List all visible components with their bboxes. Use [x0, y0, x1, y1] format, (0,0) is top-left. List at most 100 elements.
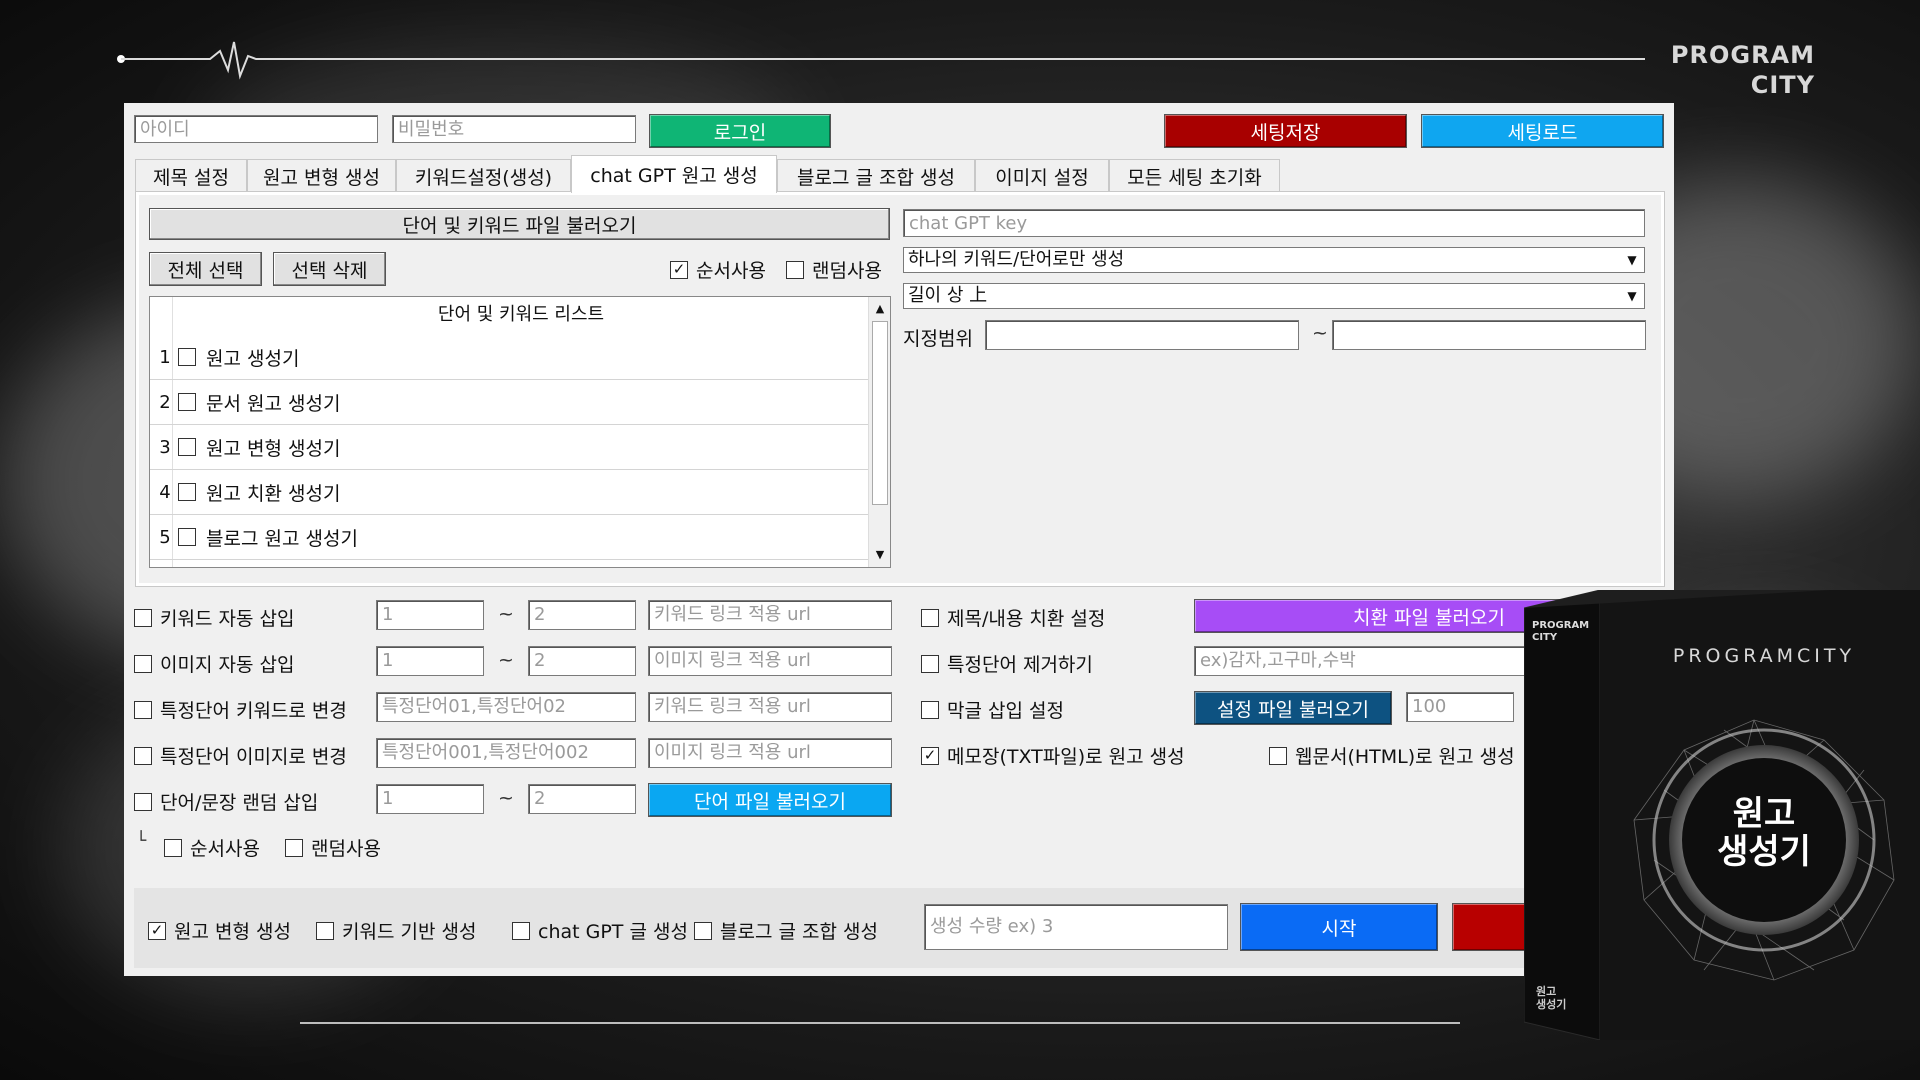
checkbox-box[interactable] [285, 838, 303, 857]
checkbox-box[interactable] [178, 528, 196, 546]
word-to-keyword-input[interactable]: 특정단어01,특정단어02 [376, 692, 636, 722]
checkbox-box[interactable] [134, 608, 152, 627]
checkbox-box[interactable] [921, 654, 939, 673]
id-input[interactable]: 아이디 [134, 115, 378, 143]
start-button[interactable]: 시작 [1240, 903, 1438, 951]
checkbox-box[interactable] [164, 838, 182, 857]
count-input[interactable]: 생성 수량 ex) 3 [924, 904, 1228, 950]
delete-selected-button[interactable]: 선택 삭제 [273, 252, 386, 286]
checkbox-box[interactable]: ✓ [670, 260, 688, 279]
word-to-image-checkbox[interactable]: 특정단어 이미지로 변경 [134, 742, 347, 769]
checkbox-box[interactable] [694, 921, 712, 940]
setting-save-button[interactable]: 세팅저장 [1164, 114, 1407, 148]
random-use-checkbox[interactable]: 랜덤사용 [786, 256, 882, 283]
gpt-gen-checkbox[interactable]: chat GPT 글 생성 [512, 917, 688, 944]
image-insert-to[interactable]: 2 [528, 646, 636, 676]
sub-random-use-label: 랜덤사용 [311, 838, 381, 860]
txt-generation-checkbox[interactable]: ✓ 메모장(TXT파일)로 원고 생성 [921, 742, 1185, 769]
tab-image-setting[interactable]: 이미지 설정 [975, 159, 1109, 192]
checkbox-box[interactable] [134, 654, 152, 673]
checkbox-box[interactable] [512, 921, 530, 940]
keyword-auto-insert-checkbox[interactable]: 키워드 자동 삽입 [134, 604, 294, 631]
sub-order-use-checkbox[interactable]: 순서사용 [164, 834, 260, 861]
keyword-link-url-input-2[interactable]: 키워드 링크 적용 url [648, 692, 892, 722]
tab-keyword-setting[interactable]: 키워드설정(생성) [396, 159, 571, 192]
list-item-text: 블로그 원고 생성기 [206, 527, 358, 550]
generation-mode-select[interactable]: 하나의 키워드/단어로만 생성 ▼ [903, 247, 1645, 273]
image-insert-from[interactable]: 1 [376, 646, 484, 676]
keyword-list[interactable]: 단어 및 키워드 리스트 1 원고 생성기 2 문서 원고 생성기 3 원고 변… [149, 296, 891, 568]
order-use-checkbox[interactable]: ✓ 순서사용 [670, 256, 766, 283]
checkbox-box[interactable] [921, 700, 939, 719]
tab-title-setting[interactable]: 제목 설정 [135, 159, 247, 192]
chevron-down-icon[interactable]: ▼ [1623, 287, 1641, 305]
list-item[interactable]: 3 원고 변형 생성기 [150, 425, 868, 470]
filler-insert-checkbox[interactable]: 막글 삽입 설정 [921, 696, 1064, 723]
sub-random-use-checkbox[interactable]: 랜덤사용 [285, 834, 381, 861]
checkbox-box[interactable] [786, 260, 804, 279]
image-link-url-input-2[interactable]: 이미지 링크 적용 url [648, 738, 892, 768]
range-from-input[interactable] [985, 320, 1299, 350]
length-select[interactable]: 길이 상 上 ▼ [903, 283, 1645, 309]
replace-setting-checkbox[interactable]: 제목/내용 치환 설정 [921, 604, 1105, 631]
tab-reset-all[interactable]: 모든 세팅 초기화 [1109, 159, 1280, 192]
image-link-url-input[interactable]: 이미지 링크 적용 url [648, 646, 892, 676]
keyword-gen-label: 키워드 기반 생성 [342, 921, 477, 943]
checkbox-box[interactable] [178, 348, 196, 366]
setting-file-button[interactable]: 설정 파일 불러오기 [1194, 691, 1392, 725]
setting-load-button[interactable]: 세팅로드 [1421, 114, 1664, 148]
password-input[interactable]: 비밀번호 [392, 115, 636, 143]
load-keyword-file-button[interactable]: 단어 및 키워드 파일 불러오기 [149, 208, 890, 240]
image-auto-insert-checkbox[interactable]: 이미지 자동 삽입 [134, 650, 294, 677]
checkbox-box[interactable] [316, 921, 334, 940]
filler-value-input[interactable]: 100 [1406, 692, 1514, 722]
random-insert-from[interactable]: 1 [376, 784, 484, 814]
checkbox-box[interactable] [134, 792, 152, 811]
list-item[interactable]: 5 블로그 원고 생성기 [150, 515, 868, 560]
select-all-button[interactable]: 전체 선택 [149, 252, 262, 286]
box-side-line1: PROGRAM [1532, 620, 1590, 631]
login-button[interactable]: 로그인 [649, 114, 831, 148]
checkbox-box[interactable] [134, 746, 152, 765]
list-item[interactable]: 4 원고 치환 생성기 [150, 470, 868, 515]
checkbox-box[interactable] [1269, 746, 1287, 765]
list-item[interactable]: 1 원고 생성기 [150, 335, 868, 380]
checkbox-box[interactable] [921, 608, 939, 627]
keyword-insert-from[interactable]: 1 [376, 600, 484, 630]
list-item[interactable]: 2 문서 원고 생성기 [150, 380, 868, 425]
box-spine-label: 원고 생성기 [1536, 985, 1566, 1011]
checkbox-box[interactable] [134, 700, 152, 719]
word-file-button[interactable]: 단어 파일 불러오기 [648, 783, 892, 817]
blog-gen-label: 블로그 글 조합 생성 [720, 921, 878, 943]
html-generation-checkbox[interactable]: 웹문서(HTML)로 원고 생성 [1269, 742, 1515, 769]
checkbox-box[interactable] [178, 438, 196, 456]
scroll-thumb[interactable] [872, 321, 888, 505]
word-to-keyword-checkbox[interactable]: 특정단어 키워드로 변경 [134, 696, 347, 723]
checkbox-box[interactable] [178, 393, 196, 411]
random-insert-to[interactable]: 2 [528, 784, 636, 814]
tab-blog-combo[interactable]: 블로그 글 조합 생성 [777, 159, 975, 192]
tab-transform[interactable]: 원고 변형 생성 [247, 159, 396, 192]
checkbox-box[interactable]: ✓ [148, 921, 166, 940]
blog-gen-checkbox[interactable]: 블로그 글 조합 생성 [694, 917, 878, 944]
tab-chatgpt[interactable]: chat GPT 원고 생성 [571, 155, 777, 193]
chevron-down-icon[interactable]: ▼ [1623, 251, 1641, 269]
chatgpt-key-input[interactable]: chat GPT key [903, 209, 1645, 237]
scroll-down-icon[interactable]: ▼ [869, 545, 890, 565]
keyword-link-url-input[interactable]: 키워드 링크 적용 url [648, 600, 892, 630]
checkbox-box[interactable]: ✓ [921, 746, 939, 765]
remove-word-checkbox[interactable]: 특정단어 제거하기 [921, 650, 1093, 677]
replace-setting-label: 제목/내용 치환 설정 [947, 608, 1106, 630]
checkbox-box[interactable] [178, 483, 196, 501]
list-scrollbar[interactable]: ▲ ▼ [868, 297, 890, 567]
range-to-input[interactable] [1332, 320, 1646, 350]
word-to-image-input[interactable]: 특정단어001,특정단어002 [376, 738, 636, 768]
keyword-insert-to[interactable]: 2 [528, 600, 636, 630]
txt-generation-label: 메모장(TXT파일)로 원고 생성 [947, 746, 1185, 768]
scroll-up-icon[interactable]: ▲ [869, 299, 890, 319]
range-label: 지정범위 [903, 328, 973, 350]
keyword-gen-checkbox[interactable]: 키워드 기반 생성 [316, 917, 476, 944]
random-insert-checkbox[interactable]: 단어/문장 랜덤 삽입 [134, 788, 318, 815]
product-box: PROGRAM CITY PROGRAMCITY 원고 생성기 원고 생성기 [1524, 590, 1920, 1040]
transform-gen-checkbox[interactable]: ✓ 원고 변형 생성 [148, 917, 291, 944]
